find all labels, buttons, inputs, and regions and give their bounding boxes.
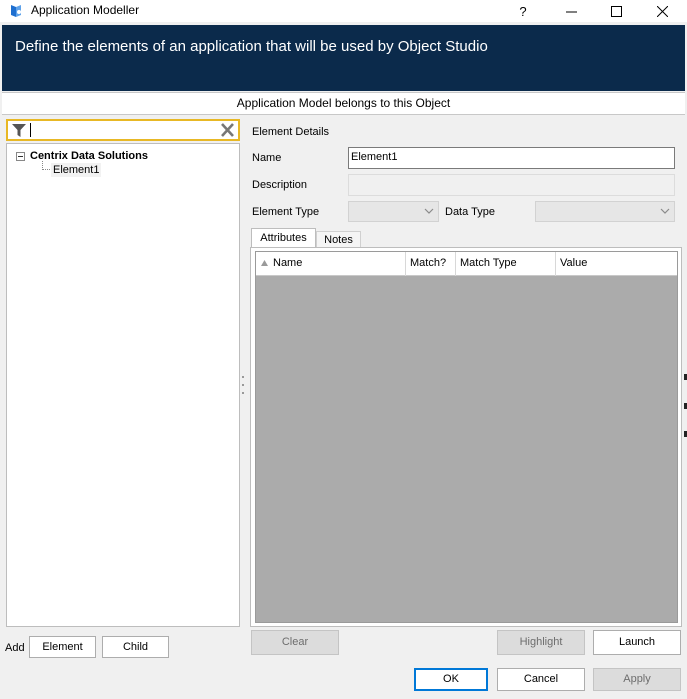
tree-node-element1[interactable]: Element1	[51, 163, 102, 177]
panel-splitter[interactable]	[242, 376, 245, 402]
apply-button[interactable]: Apply	[593, 668, 681, 691]
search-input[interactable]	[30, 122, 210, 138]
attributes-grid[interactable]: Name Match? Match Type Value	[255, 251, 678, 623]
minimize-button[interactable]	[551, 0, 591, 22]
title-bar: Application Modeller ?	[0, 0, 687, 22]
tree-root-node[interactable]: Centrix Data Solutions	[16, 149, 148, 163]
element-type-dropdown[interactable]	[348, 201, 439, 222]
element-tree[interactable]: Centrix Data Solutions Element1	[6, 143, 240, 627]
maximize-button[interactable]	[596, 0, 636, 22]
tree-connector	[42, 169, 50, 170]
element-details-heading: Element Details	[252, 126, 330, 138]
launch-button[interactable]: Launch	[593, 630, 681, 655]
data-type-dropdown[interactable]	[535, 201, 675, 222]
cancel-button[interactable]: Cancel	[497, 668, 585, 691]
minimize-icon	[565, 11, 577, 12]
sort-ascending-icon	[261, 260, 268, 266]
app-icon	[11, 5, 21, 17]
header-banner: Define the elements of an application th…	[2, 25, 685, 91]
filter-icon	[12, 124, 26, 137]
attributes-tab-page: Name Match? Match Type Value	[250, 247, 682, 627]
ok-button[interactable]: OK	[414, 668, 488, 691]
element-tree-panel: Centrix Data Solutions Element1	[3, 117, 240, 629]
maximize-icon	[610, 5, 622, 17]
column-header-match[interactable]: Match?	[406, 252, 456, 276]
text-caret	[30, 123, 31, 137]
data-type-label: Data Type	[445, 206, 495, 218]
help-button[interactable]: ?	[503, 0, 543, 22]
column-header-value[interactable]: Value	[556, 252, 676, 276]
tree-root-label: Centrix Data Solutions	[30, 150, 148, 162]
element-type-label: Element Type	[252, 206, 320, 218]
search-box[interactable]	[6, 119, 240, 141]
highlight-button[interactable]: Highlight	[497, 630, 585, 655]
model-ownership-header: Application Model belongs to this Object	[2, 92, 685, 115]
name-field[interactable]: Element1	[348, 147, 675, 169]
tab-notes[interactable]: Notes	[316, 231, 361, 248]
collapse-icon[interactable]	[16, 151, 25, 161]
banner-text: Define the elements of an application th…	[15, 38, 488, 55]
column-header-name[interactable]: Name	[269, 252, 402, 276]
window-title: Application Modeller	[31, 3, 140, 17]
chevron-down-icon	[660, 208, 670, 214]
clear-icon[interactable]	[220, 123, 235, 137]
name-label: Name	[252, 152, 282, 164]
grid-header: Name Match? Match Type Value	[256, 252, 677, 276]
add-element-button[interactable]: Element	[29, 636, 96, 658]
description-label: Description	[252, 179, 308, 191]
clear-button[interactable]: Clear	[251, 630, 339, 655]
tab-attributes[interactable]: Attributes	[251, 228, 316, 248]
column-header-match-type[interactable]: Match Type	[456, 252, 556, 276]
close-icon	[656, 5, 668, 17]
chevron-down-icon	[424, 208, 434, 214]
add-child-button[interactable]: Child	[102, 636, 169, 658]
close-button[interactable]	[642, 0, 682, 22]
description-field[interactable]	[348, 174, 675, 196]
add-label: Add	[5, 642, 25, 654]
